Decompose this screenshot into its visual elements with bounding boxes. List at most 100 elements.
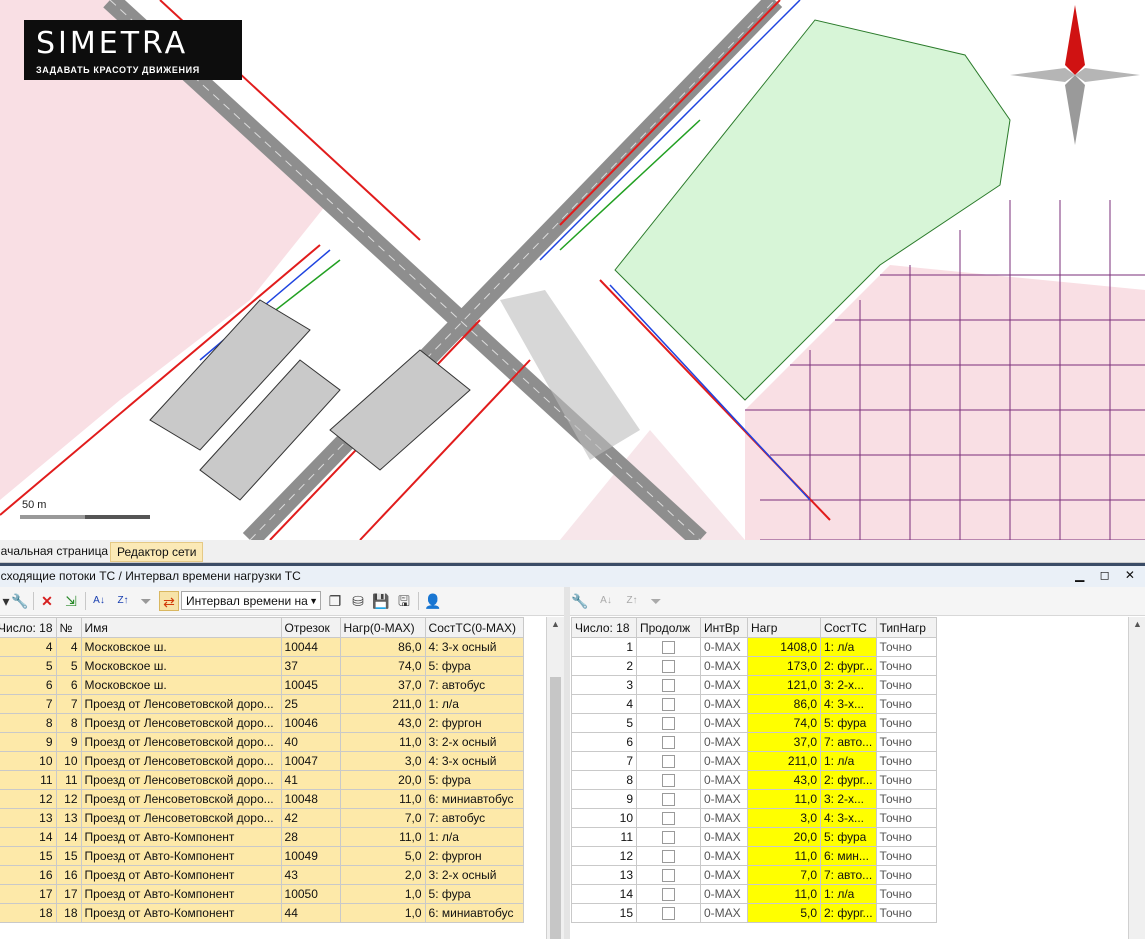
right-wrench-icon[interactable]: 🔧	[570, 591, 590, 611]
cell-continued[interactable]	[636, 884, 701, 904]
cell-vehicle-composition[interactable]: 6: миниавтобус	[424, 789, 524, 809]
cell-segment[interactable]: 10050	[280, 884, 341, 904]
cell-row-number[interactable]: 13	[571, 865, 637, 885]
wrench-icon[interactable]: 🔧	[10, 591, 30, 611]
cell-interval[interactable]: 0-MAX	[700, 789, 748, 809]
cell-interval[interactable]: 0-MAX	[700, 694, 748, 714]
cell-row-number[interactable]: 6	[571, 732, 637, 752]
cell-interval[interactable]: 0-MAX	[700, 732, 748, 752]
cell-continued[interactable]	[636, 846, 701, 866]
cell-continued[interactable]	[636, 656, 701, 676]
table-row[interactable]: 15 15 Проезд от Авто-Компонент 10049 5,0 2: ф…	[0, 846, 524, 866]
cell-load-type[interactable]: Точно	[875, 713, 937, 733]
cell-count[interactable]: 18	[0, 903, 57, 923]
continued-checkbox[interactable]	[662, 793, 675, 807]
cell-vehicle-composition[interactable]: 4: 3-х осный	[424, 637, 524, 657]
cell-load[interactable]: 74,0	[747, 713, 821, 733]
table-row[interactable]: 18 18 Проезд от Авто-Компонент 44 1,0 6: мини…	[0, 903, 524, 923]
cell-load-type[interactable]: Точно	[875, 808, 937, 828]
cell-vehicle[interactable]: 5: фура	[820, 827, 877, 847]
panel-splitter[interactable]	[564, 587, 570, 939]
cell-segment[interactable]: 10044	[280, 637, 341, 657]
cell-count[interactable]: 7	[0, 694, 57, 714]
table-row[interactable]: 5 0-MAX 74,0 5: фура Точно	[571, 713, 937, 733]
cell-count[interactable]: 16	[0, 865, 57, 885]
table-row[interactable]: 12 0-MAX 11,0 6: мин... Точно	[571, 846, 937, 866]
cell-vehicle-composition[interactable]: 2: фургон	[424, 846, 524, 866]
cell-vehicle[interactable]: 3: 2-х...	[820, 675, 877, 695]
cell-vehicle-composition[interactable]: 1: л/а	[424, 694, 524, 714]
save-as-icon[interactable]: 🖫	[394, 591, 414, 611]
panel-window-buttons[interactable]: ▁ ◻ ✕	[1075, 568, 1141, 582]
cell-segment[interactable]: 10048	[280, 789, 341, 809]
col-header-count[interactable]: Число: 18	[0, 617, 57, 638]
cell-load-type[interactable]: Точно	[875, 770, 937, 790]
cell-vehicle-composition[interactable]: 6: миниавтобус	[424, 903, 524, 923]
continued-checkbox[interactable]	[662, 698, 675, 712]
col-header-number[interactable]: №	[55, 617, 82, 638]
cell-row-number[interactable]: 5	[571, 713, 637, 733]
cell-number[interactable]: 4	[55, 637, 82, 657]
cell-load-type[interactable]: Точно	[875, 656, 937, 676]
cell-vehicle[interactable]: 1: л/а	[820, 751, 877, 771]
continued-checkbox[interactable]	[662, 660, 675, 674]
cell-load-type[interactable]: Точно	[875, 903, 937, 923]
table-row[interactable]: 6 0-MAX 37,0 7: авто... Точно	[571, 732, 937, 752]
cell-continued[interactable]	[636, 751, 701, 771]
cell-segment[interactable]: 25	[280, 694, 341, 714]
continued-checkbox[interactable]	[662, 736, 675, 750]
continued-checkbox[interactable]	[662, 831, 675, 845]
left-table-scrollbar[interactable]: ▲	[546, 617, 564, 939]
table-row[interactable]: 8 0-MAX 43,0 2: фург... Точно	[571, 770, 937, 790]
cell-interval[interactable]: 0-MAX	[700, 770, 748, 790]
cell-row-number[interactable]: 11	[571, 827, 637, 847]
cell-interval[interactable]: 0-MAX	[700, 827, 748, 847]
cell-load[interactable]: 37,0	[747, 732, 821, 752]
table-row[interactable]: 7 0-MAX 211,0 1: л/а Точно	[571, 751, 937, 771]
cell-load[interactable]: 11,0	[747, 884, 821, 904]
cell-segment[interactable]: 40	[280, 732, 341, 752]
table-row[interactable]: 2 0-MAX 173,0 2: фург... Точно	[571, 656, 937, 676]
right-table-scrollbar[interactable]: ▲	[1128, 617, 1145, 939]
table-row[interactable]: 10 10 Проезд от Ленсоветовской доро... 1004…	[0, 751, 524, 771]
cell-vehicle-composition[interactable]: 3: 2-х осный	[424, 732, 524, 752]
map-canvas[interactable]	[0, 0, 1145, 540]
cell-load[interactable]: 11,0	[339, 732, 426, 752]
table-row[interactable]: 9 9 Проезд от Ленсоветовской доро... 40 11,0…	[0, 732, 524, 752]
cell-load[interactable]: 211,0	[339, 694, 426, 714]
cell-name[interactable]: Проезд от Ленсоветовской доро...	[80, 713, 282, 733]
cell-segment[interactable]: 42	[280, 808, 341, 828]
cell-load[interactable]: 20,0	[339, 770, 426, 790]
cell-name[interactable]: Проезд от Ленсоветовской доро...	[80, 770, 282, 790]
right-sort-ascending-icon[interactable]: A↓	[596, 591, 616, 611]
table-row[interactable]: 1 0-MAX 1408,0 1: л/а Точно	[571, 637, 937, 657]
table-row[interactable]: 4 0-MAX 86,0 4: 3-х... Точно	[571, 694, 937, 714]
sort-ascending-icon[interactable]: A↓	[89, 591, 109, 611]
cell-number[interactable]: 5	[55, 656, 82, 676]
cell-row-number[interactable]: 8	[571, 770, 637, 790]
cell-vehicle[interactable]: 4: 3-х...	[820, 808, 877, 828]
cell-number[interactable]: 14	[55, 827, 82, 847]
cell-count[interactable]: 5	[0, 656, 57, 676]
col-header-vehicle-composition[interactable]: СостТС(0-MAX)	[424, 617, 524, 638]
table-row[interactable]: 7 7 Проезд от Ленсоветовской доро... 25 211,…	[0, 694, 524, 714]
table-row[interactable]: 5 5 Московское ш. 37 74,0 5: фура	[0, 656, 524, 676]
cell-vehicle-composition[interactable]: 2: фургон	[424, 713, 524, 733]
col-header-load-type[interactable]: ТипНагр	[875, 617, 937, 638]
cell-number[interactable]: 18	[55, 903, 82, 923]
cell-vehicle[interactable]: 1: л/а	[820, 884, 877, 904]
table-row[interactable]: 11 0-MAX 20,0 5: фура Точно	[571, 827, 937, 847]
cell-vehicle[interactable]: 1: л/а	[820, 637, 877, 657]
col-header-continued[interactable]: Продолж	[636, 617, 701, 638]
cell-load-type[interactable]: Точно	[875, 637, 937, 657]
cell-row-number[interactable]: 1	[571, 637, 637, 657]
cell-load[interactable]: 43,0	[339, 713, 426, 733]
cell-interval[interactable]: 0-MAX	[700, 637, 748, 657]
continued-checkbox[interactable]	[662, 679, 675, 693]
cell-load[interactable]: 74,0	[339, 656, 426, 676]
cell-load[interactable]: 121,0	[747, 675, 821, 695]
cell-load[interactable]: 173,0	[747, 656, 821, 676]
cell-number[interactable]: 8	[55, 713, 82, 733]
cell-interval[interactable]: 0-MAX	[700, 656, 748, 676]
cell-number[interactable]: 17	[55, 884, 82, 904]
